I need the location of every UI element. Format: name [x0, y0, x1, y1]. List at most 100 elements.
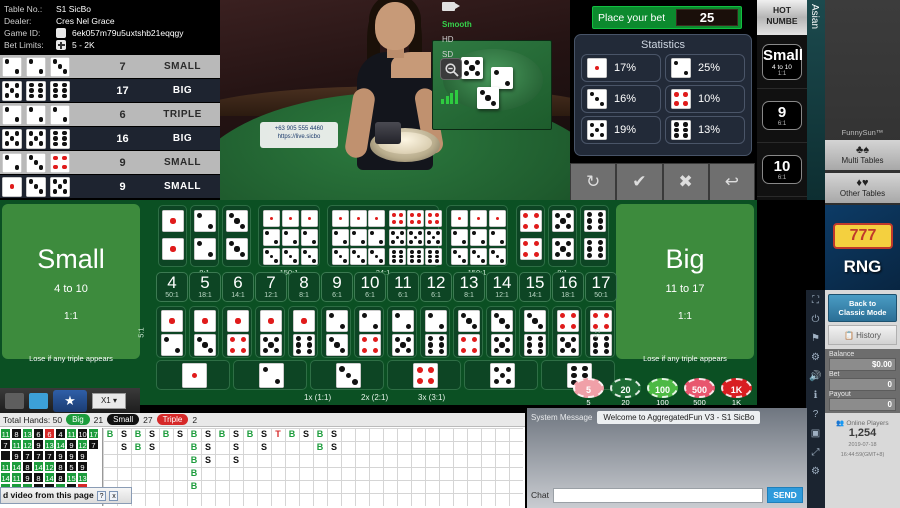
bet-total-11[interactable]: 11 6:1	[387, 272, 419, 302]
hot-number-item-1[interactable]: 9 6:1	[757, 89, 807, 143]
zoom-out-button[interactable]	[440, 58, 462, 80]
bead-cell: 9	[11, 450, 22, 461]
bet-combo-1-3[interactable]	[189, 306, 219, 358]
bet-area-small[interactable]: Small 4 to 10 1:1 Lose if any triple app…	[2, 204, 140, 363]
hot-number-item-2[interactable]: 10 6:1	[757, 143, 807, 197]
promo-item-0[interactable]: ♣♠ Multi Tables	[825, 140, 900, 170]
bet-combo-2-3[interactable]	[321, 306, 351, 358]
bet-pair-6[interactable]	[580, 205, 609, 267]
chip-100[interactable]: 100 100	[646, 378, 679, 407]
gear-icon[interactable]: ⚙	[809, 351, 822, 364]
settings-icon[interactable]: ⚙	[809, 465, 822, 478]
bet-area-big[interactable]: Big 11 to 17 1:1 Lose if any triple appe…	[616, 204, 754, 363]
bet-combo-3-6[interactable]	[519, 306, 549, 358]
table-no-value: S1 SicBo	[56, 4, 91, 14]
download-video-bar[interactable]: d video from this page ? x	[0, 487, 132, 504]
bet-combination-1[interactable]	[446, 205, 508, 267]
total-number: 10	[360, 273, 380, 292]
bet-combo-1-2[interactable]	[156, 306, 186, 358]
image-icon[interactable]: ▣	[809, 427, 822, 440]
clear-bet-button[interactable]: ✖	[662, 163, 709, 201]
bead-cell: 7	[88, 439, 99, 450]
bet-single-4[interactable]	[387, 360, 461, 390]
big-road[interactable]: BSBSBSBSBSBSTBSBSSBSBSSSBSBSSBB	[102, 428, 523, 506]
undo-bet-button[interactable]: ↩	[708, 163, 755, 201]
fullscreen-icon[interactable]: ⛶	[809, 294, 822, 307]
bet-total-17[interactable]: 17 50:1	[585, 272, 617, 302]
bet-combo-1-5[interactable]	[255, 306, 285, 358]
confirm-bet-button[interactable]: ✔	[616, 163, 663, 201]
chip-20[interactable]: 20 20	[609, 378, 642, 407]
bet-single-3[interactable]	[310, 360, 384, 390]
bet-combo-4-5[interactable]	[552, 306, 582, 358]
hot-numbers-header: HOT NUMBE	[757, 0, 807, 35]
bet-combo-2-4[interactable]	[354, 306, 384, 358]
bet-single-5[interactable]	[464, 360, 538, 390]
bet-total-12[interactable]: 12 6:1	[420, 272, 452, 302]
help-icon[interactable]: ?	[809, 408, 822, 421]
bet-total-9[interactable]: 9 6:1	[321, 272, 353, 302]
bet-total-15[interactable]: 15 14:1	[519, 272, 551, 302]
bet-pair-4[interactable]	[516, 205, 545, 267]
video-quality-selector[interactable]: Smooth HD SD	[442, 2, 480, 62]
favorite-star-button[interactable]: ★	[53, 389, 87, 412]
bet-combo-2-6[interactable]	[420, 306, 450, 358]
copy-icon[interactable]	[56, 28, 69, 38]
bet-single-1[interactable]	[156, 360, 230, 390]
rng-promo-banner[interactable]: 777 RNG	[825, 205, 900, 300]
plus-icon[interactable]	[56, 40, 69, 50]
bet-total-16[interactable]: 16 18:1	[552, 272, 584, 302]
bet-combo-1-4[interactable]	[222, 306, 252, 358]
quality-option-hd[interactable]: HD	[442, 32, 480, 47]
die-face-6	[50, 80, 70, 101]
screen-icon[interactable]	[29, 392, 48, 409]
chat-input[interactable]	[552, 487, 763, 503]
bet-single-2[interactable]	[233, 360, 307, 390]
asian-tab[interactable]: Asian	[807, 0, 825, 200]
bet-total-5[interactable]: 5 18:1	[189, 272, 221, 302]
bet-any-triple[interactable]	[258, 205, 320, 267]
history-button[interactable]: 📋 History	[828, 325, 897, 345]
multiplier-select[interactable]: X1 ▾	[92, 392, 126, 409]
roadmap-panel: Total Hands: 50 Big 21 Small 27 Triple 2…	[0, 413, 525, 508]
monitor-icon[interactable]	[5, 392, 24, 409]
bet-pair-2[interactable]	[190, 205, 219, 267]
bet-total-14[interactable]: 14 12:1	[486, 272, 518, 302]
chip-5[interactable]: 55	[572, 378, 605, 407]
bet-combo-1-6[interactable]	[288, 306, 318, 358]
resize-icon[interactable]: ⤢	[809, 446, 822, 459]
back-to-classic-mode-button[interactable]: Back to Classic Mode	[828, 294, 897, 322]
bet-combo-3-5[interactable]	[486, 306, 516, 358]
live-video-stream[interactable]: +63 905 555 4460 https://live.sicbo Smoot…	[220, 0, 570, 200]
bet-pair-1[interactable]	[158, 205, 187, 267]
big-road-cell: S	[302, 429, 309, 439]
bet-total-8[interactable]: 8 8:1	[288, 272, 320, 302]
bet-specific-triples[interactable]	[327, 205, 442, 267]
download-help-button[interactable]: ?	[97, 491, 107, 501]
bookmark-icon[interactable]: ⚑	[809, 332, 822, 345]
signal-strength-icon	[441, 88, 458, 104]
power-icon[interactable]: ⏻	[809, 313, 822, 326]
chip-500[interactable]: 500 500	[683, 378, 716, 407]
quality-option-smooth[interactable]: Smooth	[442, 17, 480, 32]
promo-item-1[interactable]: ♦♥ Other Tables	[825, 173, 900, 203]
bet-total-4[interactable]: 4 50:1	[156, 272, 188, 302]
download-close-button[interactable]: x	[109, 491, 119, 501]
repeat-bet-button[interactable]: ↻	[570, 163, 617, 201]
bet-total-6[interactable]: 6 14:1	[222, 272, 254, 302]
volume-icon[interactable]: 🔊	[809, 370, 822, 383]
chip-1K[interactable]: 1K 1K	[720, 378, 753, 407]
bet-pair-3[interactable]	[222, 205, 251, 267]
send-button[interactable]: SEND	[767, 487, 803, 503]
bet-combo-3-4[interactable]	[453, 306, 483, 358]
hot-number-item-0[interactable]: Small 4 to 10 1:1	[757, 35, 807, 89]
bet-total-7[interactable]: 7 12:1	[255, 272, 287, 302]
bet-pair-5[interactable]	[548, 205, 577, 267]
info-icon[interactable]: ℹ	[809, 389, 822, 402]
die-face-3	[194, 334, 216, 356]
small-title: Small	[37, 244, 105, 274]
bet-combo-2-5[interactable]	[387, 306, 417, 358]
bet-total-10[interactable]: 10 6:1	[354, 272, 386, 302]
bet-total-13[interactable]: 13 8:1	[453, 272, 485, 302]
die-face-3	[491, 310, 513, 332]
